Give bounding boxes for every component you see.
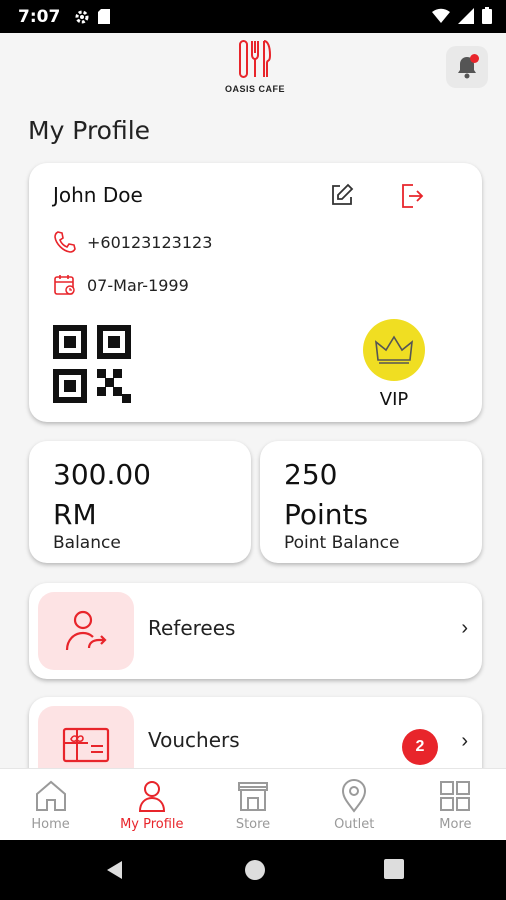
logout-icon — [402, 184, 424, 208]
calendar-icon — [54, 275, 75, 295]
profile-card: John Doe +60123123123 07-Mar-1999 VIP — [29, 163, 482, 422]
logout-button[interactable] — [400, 183, 424, 214]
nav-more-label: More — [439, 817, 472, 832]
qr-code-icon — [53, 325, 131, 403]
wifi-icon — [432, 8, 450, 23]
referees-item[interactable]: Referees › — [29, 583, 482, 679]
nav-outlet[interactable]: Outlet — [304, 769, 405, 841]
settings-icon — [75, 10, 89, 23]
notification-button[interactable] — [446, 46, 488, 88]
system-nav-bar — [0, 840, 506, 900]
status-time: 7:07 — [18, 6, 61, 27]
nav-home[interactable]: Home — [0, 769, 101, 841]
vip-badge — [363, 319, 425, 381]
dob-row: 07-Mar-1999 — [53, 273, 189, 297]
date-of-birth: 07-Mar-1999 — [87, 275, 189, 295]
profile-name: John Doe — [53, 183, 143, 207]
chevron-right-icon: › — [461, 617, 468, 639]
voucher-icon — [62, 727, 110, 763]
phone-icon — [54, 231, 76, 253]
home-icon — [35, 780, 66, 811]
referees-label: Referees — [148, 616, 236, 640]
status-bar: 7:07 — [0, 0, 506, 33]
page-title: My Profile — [28, 116, 151, 145]
points-amount: 250 — [284, 458, 338, 491]
vouchers-label: Vouchers — [148, 728, 240, 752]
cutlery-logo-icon — [239, 40, 272, 78]
points-label: Point Balance — [284, 533, 400, 553]
user-icon — [138, 781, 165, 812]
nav-my-profile-label: My Profile — [120, 817, 184, 832]
bottom-nav: Home My Profile Store Outlet More — [0, 768, 506, 841]
balance-amount: 300.00 — [53, 458, 151, 491]
battery-icon — [482, 7, 492, 24]
crown-icon — [374, 335, 414, 364]
nav-home-label: Home — [31, 817, 70, 832]
qr-code[interactable] — [53, 325, 131, 408]
vip-label: VIP — [379, 389, 409, 410]
balance-label: Balance — [53, 533, 121, 553]
user-share-icon — [65, 610, 107, 651]
edit-icon — [332, 183, 354, 205]
home-circle-icon[interactable] — [244, 859, 266, 881]
brand-name: OASIS CAFE — [224, 84, 285, 94]
points-card[interactable]: 250 Points Point Balance — [260, 441, 482, 563]
balance-currency: RM — [53, 498, 97, 531]
store-icon — [238, 782, 268, 811]
referees-icon-box — [38, 592, 134, 670]
chevron-right-icon: › — [461, 730, 468, 752]
back-icon[interactable] — [104, 859, 126, 881]
nav-outlet-label: Outlet — [334, 817, 375, 832]
grid-icon — [440, 781, 471, 811]
nav-my-profile[interactable]: My Profile — [101, 769, 202, 841]
balance-value: 300.00 RM — [53, 455, 151, 535]
recents-icon[interactable] — [384, 859, 404, 879]
balance-card[interactable]: 300.00 RM Balance — [29, 441, 251, 563]
logo: OASIS CAFE — [215, 37, 295, 94]
nav-store[interactable]: Store — [202, 769, 303, 841]
edit-profile-button[interactable] — [330, 183, 354, 212]
points-value: 250 Points — [284, 455, 368, 535]
points-unit: Points — [284, 498, 369, 531]
nav-more[interactable]: More — [405, 769, 506, 841]
phone-number: +60123123123 — [87, 232, 213, 252]
phone-row: +60123123123 — [53, 230, 212, 254]
sd-card-icon — [98, 9, 111, 24]
signal-icon — [458, 7, 474, 24]
vouchers-count-badge: 2 — [402, 729, 438, 765]
app-header: OASIS CAFE — [0, 33, 506, 103]
nav-store-label: Store — [235, 817, 271, 832]
location-pin-icon — [342, 779, 367, 813]
notification-dot — [470, 54, 479, 63]
